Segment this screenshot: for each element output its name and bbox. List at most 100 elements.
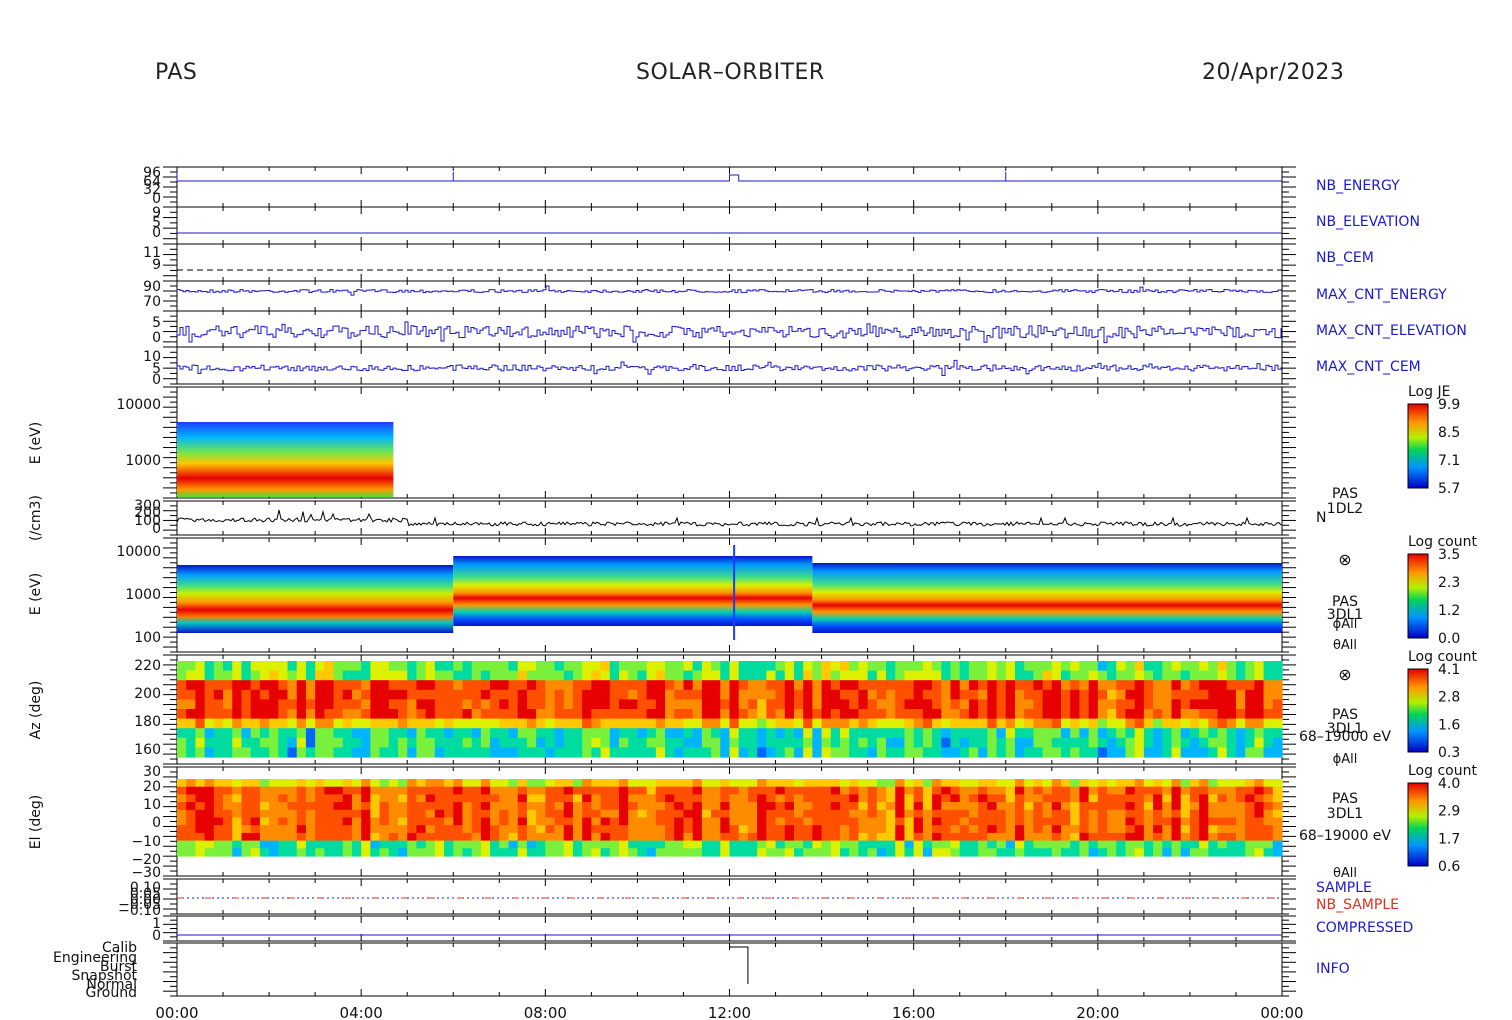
heatmap-cell xyxy=(766,809,777,819)
heatmap-cell xyxy=(1245,779,1255,788)
heatmap-cell xyxy=(720,832,731,842)
heatmap-cell xyxy=(1079,809,1090,819)
heatmap-cell xyxy=(1079,794,1090,803)
heatmap-cell xyxy=(692,840,703,849)
heatmap-cell xyxy=(1272,747,1283,758)
heatmap-cell xyxy=(996,747,1007,758)
heatmap-cell xyxy=(434,699,445,710)
heatmap-cell xyxy=(250,786,261,795)
heatmap-cell xyxy=(821,848,832,857)
heatmap-cell xyxy=(784,848,795,857)
heatmap-cell xyxy=(1134,809,1145,819)
heatmap-cell xyxy=(1143,809,1154,819)
heatmap-cell xyxy=(1061,817,1071,826)
heatmap-cell xyxy=(876,825,887,834)
x-tick-label: 12:00 xyxy=(708,1004,751,1020)
heatmap-cell xyxy=(646,802,657,811)
heatmap-cell xyxy=(259,689,270,700)
heatmap-cell xyxy=(591,718,602,729)
heatmap-cell xyxy=(1153,840,1163,849)
heatmap-cell xyxy=(1042,747,1053,758)
heatmap-cell xyxy=(471,670,482,681)
heatmap-cell xyxy=(996,718,1007,729)
heatmap-cell xyxy=(867,737,878,748)
heatmap-cell xyxy=(628,747,639,758)
heatmap-cell xyxy=(701,794,712,803)
heatmap-cell xyxy=(996,670,1007,681)
heatmap-cell xyxy=(692,817,703,826)
heatmap-cell xyxy=(241,680,252,691)
heatmap-cell xyxy=(996,689,1007,700)
heatmap-cell xyxy=(1199,794,1209,803)
heatmap-cell xyxy=(342,794,353,803)
heatmap-cell xyxy=(269,670,279,681)
heatmap-cell xyxy=(904,848,915,857)
heatmap-cell xyxy=(287,661,298,672)
heatmap-cell xyxy=(665,848,675,857)
heatmap-cell xyxy=(195,709,206,720)
heatmap-cell xyxy=(968,709,979,720)
heatmap-cell xyxy=(572,848,583,857)
heatmap-cell xyxy=(655,809,666,819)
heatmap-cell xyxy=(1153,737,1163,748)
heatmap-cell xyxy=(987,737,998,748)
colorbar-tick-je_spec: 9.9 xyxy=(1438,397,1460,413)
heatmap-cell xyxy=(1272,661,1283,672)
heatmap-cell xyxy=(342,689,353,700)
heatmap-cell xyxy=(1088,779,1099,788)
heatmap-cell xyxy=(609,728,620,739)
heatmap-cell xyxy=(1171,840,1182,849)
heatmap-cell xyxy=(213,817,224,826)
heatmap-cell xyxy=(913,817,924,826)
heatmap-cell xyxy=(499,802,510,811)
heatmap-cell xyxy=(444,747,454,758)
heatmap-cell xyxy=(1005,737,1016,748)
heatmap-cell xyxy=(1153,817,1163,826)
heatmap-cell xyxy=(296,661,307,672)
heatmap-cell xyxy=(968,737,979,748)
heatmap-cell xyxy=(913,802,924,811)
heatmap-cell xyxy=(572,728,583,739)
heatmap-cell xyxy=(867,817,878,826)
heatmap-cell xyxy=(849,832,860,842)
heatmap-cell xyxy=(867,825,878,834)
heatmap-cell xyxy=(223,661,233,672)
heatmap-cell xyxy=(840,825,850,834)
heatmap-cell xyxy=(582,670,592,681)
heatmap-cell xyxy=(720,718,731,729)
heatmap-cell xyxy=(784,718,795,729)
heatmap-cell xyxy=(232,848,243,857)
heatmap-cell xyxy=(471,802,482,811)
heatmap-cell xyxy=(775,809,786,819)
heatmap-cell xyxy=(1125,747,1136,758)
heatmap-cell xyxy=(1107,848,1117,857)
heatmap-cell xyxy=(821,825,832,834)
heatmap-cell xyxy=(609,817,620,826)
heatmap-cell xyxy=(1217,737,1228,748)
heatmap-cell xyxy=(241,848,252,857)
y-axis-label-az_spec: Az (deg) xyxy=(28,681,44,740)
heatmap-cell xyxy=(1235,786,1246,795)
heatmap-cell xyxy=(655,832,666,842)
heatmap-cell xyxy=(434,832,445,842)
heatmap-cell xyxy=(1208,737,1219,748)
heatmap-cell xyxy=(1199,817,1209,826)
heatmap-cell xyxy=(1107,728,1117,739)
heatmap-cell xyxy=(1162,680,1173,691)
heatmap-cell xyxy=(628,825,639,834)
heatmap-cell xyxy=(922,737,933,748)
heatmap-cell xyxy=(1235,709,1246,720)
heatmap-cell xyxy=(1107,709,1117,720)
heatmap-cell xyxy=(526,825,537,834)
heatmap-cell xyxy=(1226,728,1237,739)
heatmap-cell xyxy=(1033,680,1044,691)
heatmap-cell xyxy=(499,786,510,795)
heatmap-cell xyxy=(941,661,952,672)
heatmap-cell xyxy=(499,661,510,672)
heatmap-cell xyxy=(1042,832,1053,842)
heatmap-cell xyxy=(269,699,279,710)
heatmap-cell xyxy=(1107,680,1117,691)
heatmap-cell xyxy=(342,832,353,842)
heatmap-cell xyxy=(324,786,335,795)
heatmap-cell xyxy=(950,728,961,739)
